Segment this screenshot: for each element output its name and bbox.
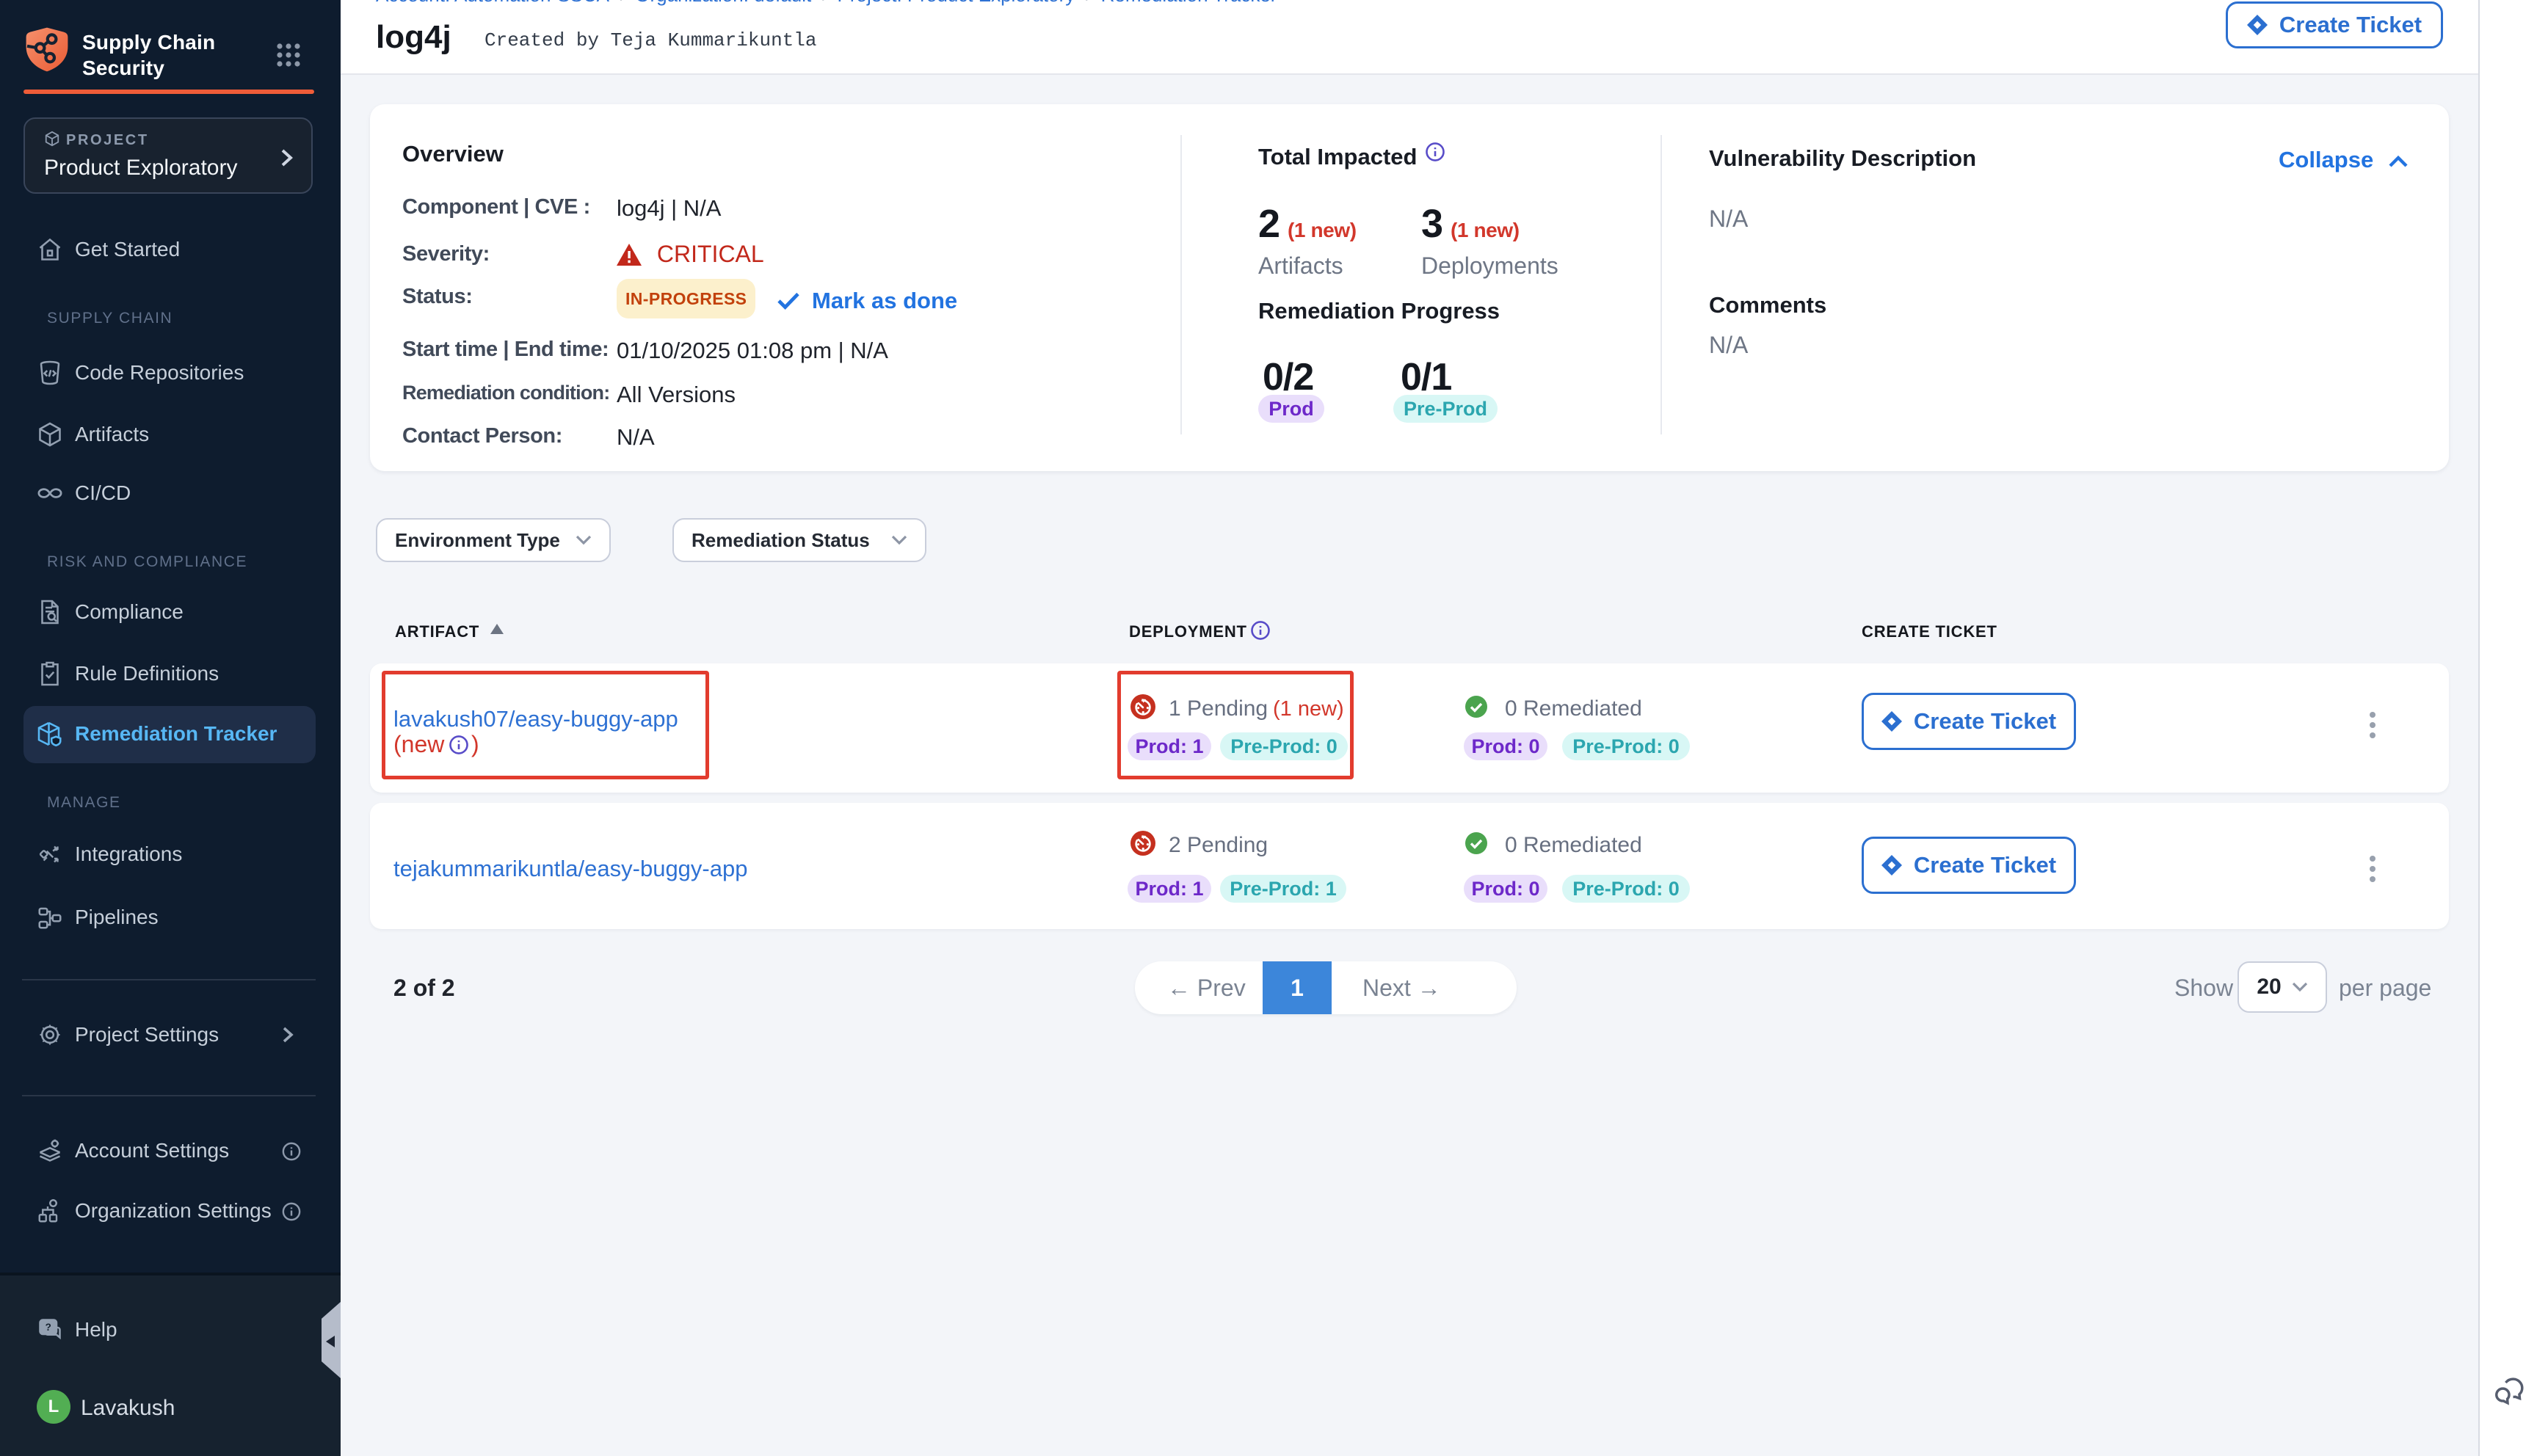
svg-text:?: ? xyxy=(46,1322,51,1333)
